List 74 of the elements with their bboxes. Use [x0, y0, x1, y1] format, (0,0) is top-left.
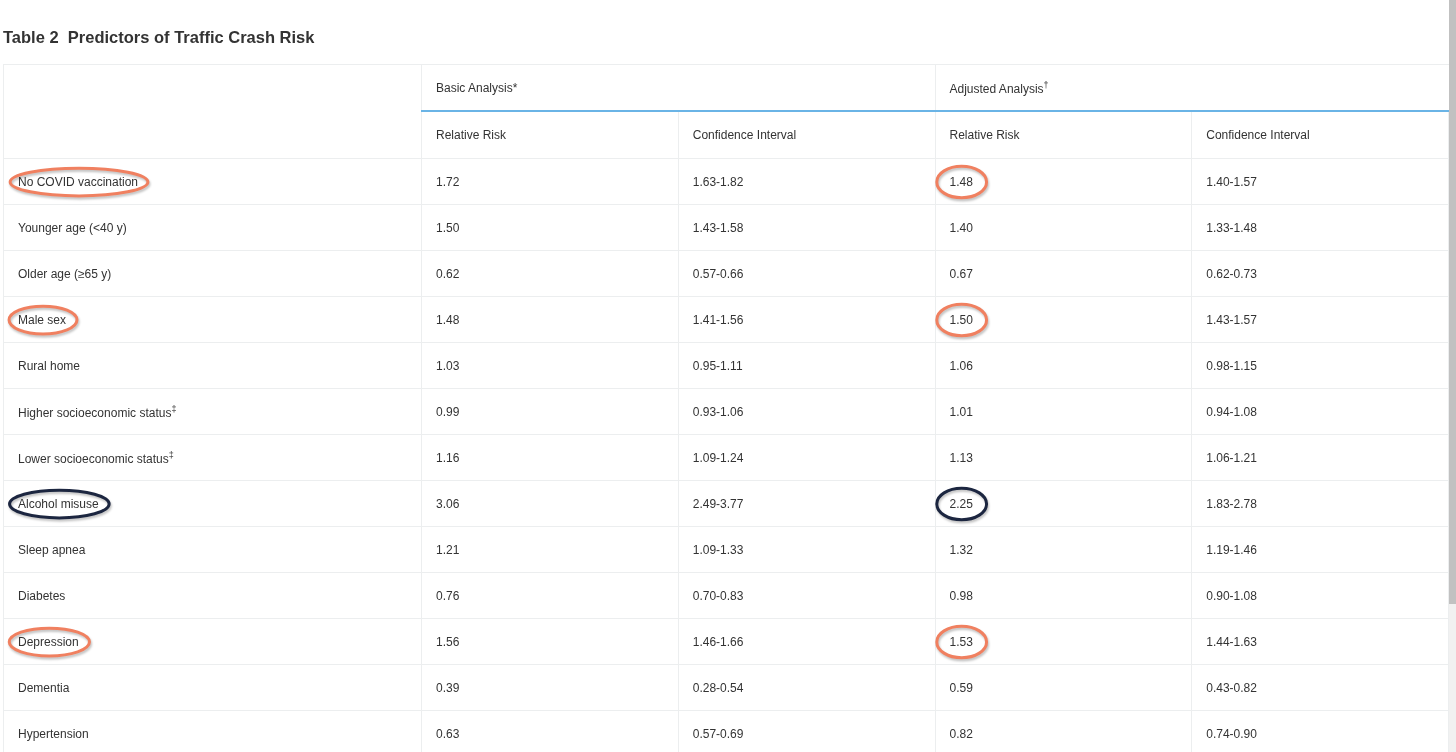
- table-cell: 1.06-1.21: [1206, 450, 1257, 465]
- table-cell: 0.93-1.06: [692, 404, 744, 419]
- table-cell: 1.40: [949, 220, 973, 235]
- table-cell: 3.06: [436, 496, 460, 511]
- table-cell: 1.83-2.78: [1206, 496, 1257, 511]
- column-header: Relative Risk: [436, 128, 507, 142]
- column-header: Relative Risk: [949, 128, 1020, 142]
- table-title: Table 2 Predictors of Traffic Crash Risk: [3, 28, 316, 47]
- table-cell: 0.74-0.90: [1206, 726, 1257, 741]
- column-group-header: Adjusted Analysis$^{†}$: [949, 79, 1049, 96]
- row-label: Higher socioeconomic status$^{‡}$: [18, 403, 177, 420]
- table-cell: 0.28-0.54: [692, 680, 744, 695]
- table-cell: 1.53: [949, 634, 973, 649]
- table-cell: 0.39: [436, 680, 460, 695]
- table-cell: 1.06: [949, 358, 973, 373]
- table-cell: 1.19-1.46: [1206, 542, 1257, 557]
- table-cell: 0.82: [949, 726, 973, 741]
- column-header: Confidence Interval: [1206, 128, 1310, 142]
- table-cell: 0.90-1.08: [1206, 588, 1257, 603]
- row-label: Lower socioeconomic status$^{‡}$: [18, 449, 174, 466]
- row-label: Younger age (<40 y): [18, 220, 127, 235]
- table-cell: 1.09-1.33: [692, 542, 744, 557]
- row-label: No COVID vaccination: [18, 174, 139, 189]
- table-cell: 1.50: [949, 312, 973, 327]
- row-label: Dementia: [18, 680, 70, 695]
- table-cell: 1.21: [436, 542, 460, 557]
- row-label: Sleep apnea: [18, 542, 86, 557]
- table-cell: 1.43-1.57: [1206, 312, 1257, 327]
- table-cell: 1.09-1.24: [692, 450, 744, 465]
- table-cell: 0.98-1.15: [1206, 358, 1257, 373]
- table-cell: 0.95-1.11: [692, 358, 743, 373]
- table-cell: 1.48: [949, 174, 973, 189]
- row-label: Older age (≥65 y): [18, 266, 112, 281]
- row-label: Hypertension: [18, 726, 89, 741]
- row-label: Depression: [18, 634, 79, 649]
- table-cell: 1.41-1.56: [692, 312, 744, 327]
- table-cell: 1.40-1.57: [1206, 174, 1257, 189]
- row-label: Diabetes: [18, 588, 66, 603]
- table-cell: 1.16: [436, 450, 460, 465]
- table-cell: 0.67: [949, 266, 973, 281]
- table-cell: 2.49-3.77: [692, 496, 744, 511]
- table-cell: 1.63-1.82: [692, 174, 744, 189]
- table-cell: 1.56: [436, 634, 460, 649]
- table-cell: 0.63: [436, 726, 460, 741]
- table-cell: 0.98: [949, 588, 973, 603]
- table-cell: 2.25: [949, 496, 973, 511]
- scrollbar-thumb[interactable]: [1449, 0, 1456, 604]
- table-cell: 0.57-0.69: [692, 726, 744, 741]
- row-label: Rural home: [18, 358, 81, 373]
- table-cell: 0.43-0.82: [1206, 680, 1257, 695]
- table-cell: 1.03: [436, 358, 460, 373]
- table-cell: 1.44-1.63: [1206, 634, 1257, 649]
- table-cell: 0.94-1.08: [1206, 404, 1257, 419]
- table-cell: 0.76: [436, 588, 460, 603]
- table-cell: 0.62: [436, 266, 460, 281]
- table-cell: 1.46-1.66: [692, 634, 744, 649]
- table-cell: 0.62-0.73: [1206, 266, 1257, 281]
- table-cell: 1.33-1.48: [1206, 220, 1257, 235]
- table-cell: 1.72: [436, 174, 460, 189]
- table-cell: 0.99: [436, 404, 460, 419]
- column-group-header: Basic Analysis*: [436, 80, 518, 95]
- table-cell: 1.43-1.58: [692, 220, 744, 235]
- table-cell: 0.59: [949, 680, 973, 695]
- table-cell: 0.70-0.83: [692, 588, 744, 603]
- table-cell: 0.57-0.66: [692, 266, 744, 281]
- table-cell: 1.50: [436, 220, 460, 235]
- table-cell: 1.01: [949, 404, 973, 419]
- column-header: Confidence Interval: [692, 128, 797, 142]
- row-label: Male sex: [18, 312, 67, 327]
- scrollbar-track[interactable]: [1449, 0, 1456, 752]
- row-label: Alcohol misuse: [18, 496, 99, 511]
- table-cell: 1.32: [949, 542, 973, 557]
- table-cell: 1.48: [436, 312, 460, 327]
- table-cell: 1.13: [949, 450, 973, 465]
